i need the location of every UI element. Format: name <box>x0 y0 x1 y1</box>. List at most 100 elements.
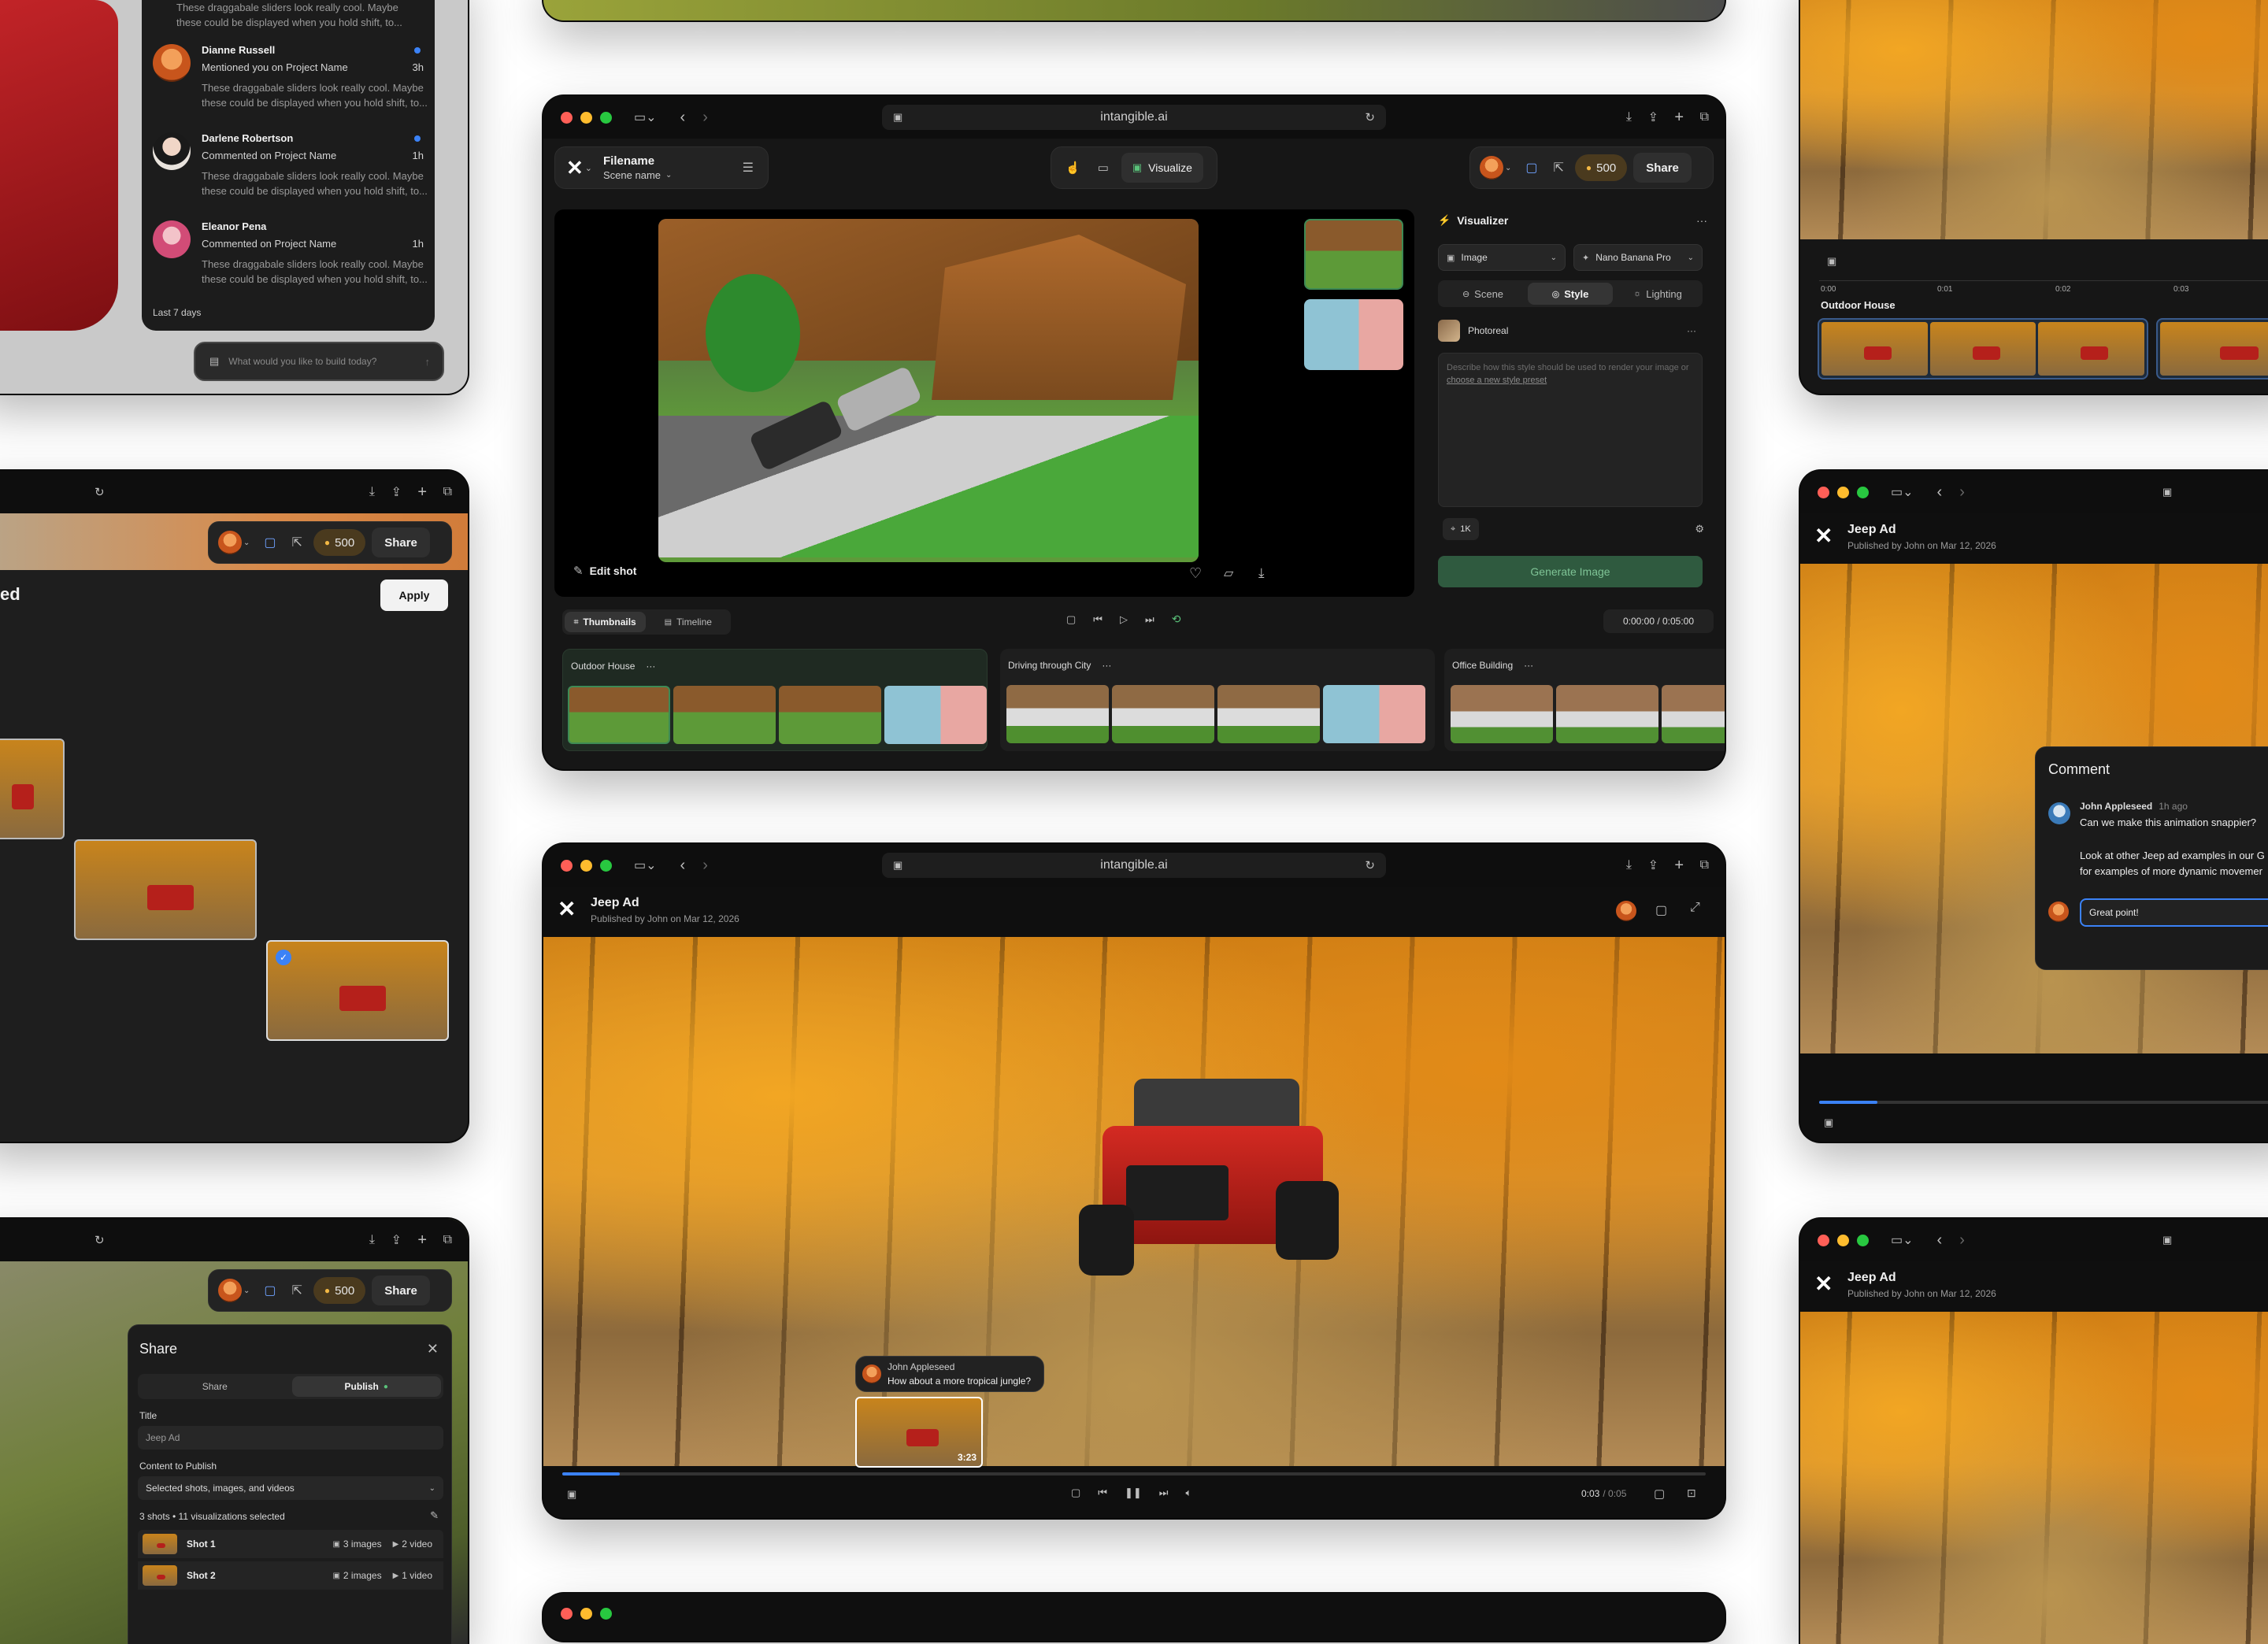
reload-icon[interactable]: ↻ <box>1365 858 1375 872</box>
scene-render[interactable] <box>658 219 1199 562</box>
more-icon[interactable]: ··· <box>1687 325 1696 336</box>
shot-thumbnail[interactable] <box>1821 322 1928 376</box>
scene-name[interactable]: Scene name <box>603 169 661 181</box>
shot-thumbnail[interactable] <box>2160 322 2268 376</box>
comment-icon[interactable]: ▢ <box>1654 1487 1665 1501</box>
export-icon[interactable]: ⇱ <box>1554 160 1564 176</box>
scene-strip[interactable]: Outdoor House ··· <box>562 649 988 751</box>
heart-icon[interactable]: ♡ <box>1189 565 1202 582</box>
back-icon[interactable]: ‹ <box>1937 483 1943 502</box>
skip-back-icon[interactable]: ⏮ <box>1098 1487 1107 1499</box>
tab-share[interactable]: Share <box>140 1376 290 1397</box>
lock-icon[interactable]: ⊡ <box>1687 1487 1696 1500</box>
shot-thumbnail[interactable] <box>673 686 776 744</box>
sidebar-toggle-icon[interactable]: ▭⌄ <box>1891 1232 1914 1248</box>
minimize-dot[interactable] <box>580 859 592 872</box>
video-frame[interactable] <box>1800 0 2268 239</box>
scene-title[interactable]: Outdoor House <box>571 661 635 672</box>
download-icon[interactable]: ⤓ <box>1258 565 1265 581</box>
stop-icon[interactable]: ▢ <box>1066 613 1076 626</box>
gallery-image[interactable] <box>0 739 65 839</box>
comment-icon[interactable]: ▢ <box>1655 902 1667 918</box>
output-type-select[interactable]: ▣ Image ⌄ <box>1438 244 1566 271</box>
style-preset[interactable]: Photoreal ··· <box>1438 315 1703 346</box>
avatar[interactable] <box>218 531 242 554</box>
image-icon[interactable]: ▣ <box>1824 1116 1833 1129</box>
list-icon[interactable]: ☰ <box>743 160 754 176</box>
style-prompt[interactable]: Describe how this style should be used t… <box>1438 353 1703 507</box>
chevron-down-icon[interactable]: ⌄ <box>1505 164 1511 172</box>
comment-icon[interactable]: ▢ <box>264 1283 276 1298</box>
pause-icon[interactable]: ❚❚ <box>1125 1487 1142 1499</box>
shot-thumbnail[interactable] <box>884 686 987 744</box>
maximize-dot[interactable] <box>600 111 612 124</box>
minimize-dot[interactable] <box>580 1608 592 1620</box>
filename[interactable]: Filename <box>603 154 672 168</box>
gallery-image[interactable]: ✓ <box>266 940 449 1041</box>
scene-title[interactable]: Driving through City <box>1008 660 1091 671</box>
comment-input[interactable]: Great point! <box>2080 898 2268 927</box>
scene-strip[interactable]: Driving through City ··· <box>1000 649 1435 751</box>
maximize-dot[interactable] <box>600 1608 612 1620</box>
share-button[interactable]: Share <box>372 1276 430 1305</box>
apply-button[interactable]: Apply <box>380 579 448 611</box>
avatar[interactable] <box>1480 156 1503 180</box>
shot-thumbnail[interactable] <box>1323 685 1425 743</box>
minimize-dot[interactable] <box>1837 1234 1849 1246</box>
minimize-dot[interactable] <box>580 111 592 124</box>
notification-item[interactable]: Eleanor Pena Commented on Project Name 1… <box>153 217 428 296</box>
edit-shot-button[interactable]: ✎ Edit shot <box>573 564 636 578</box>
scene-strip[interactable]: Office Building ··· <box>1444 649 1725 751</box>
share-button[interactable]: Share <box>372 528 430 557</box>
image-icon[interactable]: ▣ <box>567 1488 576 1501</box>
share-icon[interactable]: ⇪ <box>1648 857 1658 873</box>
shot-thumbnail[interactable] <box>1112 685 1214 743</box>
scene-more-icon[interactable]: ··· <box>646 661 655 672</box>
back-icon[interactable]: ‹ <box>680 109 686 127</box>
back-icon[interactable]: ‹ <box>680 857 686 875</box>
shot-thumbnail[interactable] <box>1217 685 1320 743</box>
comment-icon[interactable]: ▢ <box>264 535 276 550</box>
share-button[interactable]: Share <box>1633 153 1692 183</box>
scene-strip[interactable] <box>2156 318 2268 380</box>
new-tab-icon[interactable]: + <box>1674 109 1684 127</box>
chevron-down-icon[interactable]: ⌄ <box>243 539 250 547</box>
tab-lighting[interactable]: ☼ Lighting <box>1615 283 1700 305</box>
tab-thumbnails[interactable]: ⌗ Thumbnails <box>565 612 646 632</box>
reload-icon[interactable]: ↻ <box>94 1233 105 1247</box>
scene-more-icon[interactable]: ··· <box>1102 660 1111 671</box>
tabs-icon[interactable]: ⧉ <box>443 485 452 499</box>
credits-badge[interactable]: ● 500 <box>313 1277 366 1304</box>
clapper-icon[interactable]: ▭ <box>1098 161 1109 175</box>
settings-sliders-icon[interactable]: ⚙ <box>1695 523 1704 535</box>
maximize-dot[interactable] <box>600 859 612 872</box>
pointer-icon[interactable]: ☝ <box>1065 161 1080 175</box>
close-dot[interactable] <box>561 859 573 872</box>
content-select[interactable]: Selected shots, images, and videos ⌄ <box>138 1476 443 1500</box>
notification-item[interactable]: Dianne Russell Mentioned you on Project … <box>153 41 428 120</box>
shot-thumbnail[interactable] <box>1451 685 1553 743</box>
gallery-image[interactable] <box>74 839 257 940</box>
download-icon[interactable]: ⤓ <box>369 485 375 499</box>
loop-icon[interactable]: ⟲ <box>1172 613 1181 626</box>
checkmark-icon[interactable]: ✓ <box>276 950 291 965</box>
shot-thumbnail[interactable] <box>568 686 670 744</box>
close-icon[interactable]: ✕ <box>427 1341 439 1357</box>
close-dot[interactable] <box>561 111 573 124</box>
sidebar-toggle-icon[interactable]: ▭⌄ <box>634 857 657 873</box>
scene-strip[interactable] <box>1818 318 2148 380</box>
reload-icon[interactable]: ↻ <box>94 485 105 499</box>
stop-icon[interactable]: ▢ <box>1071 1487 1080 1499</box>
variant-thumbnail[interactable] <box>1304 299 1403 370</box>
forward-icon[interactable]: › <box>702 109 708 127</box>
minimize-dot[interactable] <box>1837 486 1849 498</box>
edit-icon[interactable]: ✎ <box>430 1509 439 1522</box>
back-icon[interactable]: ‹ <box>1937 1231 1943 1250</box>
avatar[interactable] <box>1616 901 1636 921</box>
progress-track[interactable] <box>562 1472 1706 1476</box>
app-logo-icon[interactable]: ✕ <box>566 156 584 180</box>
close-dot[interactable] <box>561 1608 573 1620</box>
share-icon[interactable]: ⇪ <box>1648 109 1658 125</box>
reload-icon[interactable]: ↻ <box>1365 110 1375 124</box>
tab-style[interactable]: ◎ Style <box>1528 283 1613 305</box>
